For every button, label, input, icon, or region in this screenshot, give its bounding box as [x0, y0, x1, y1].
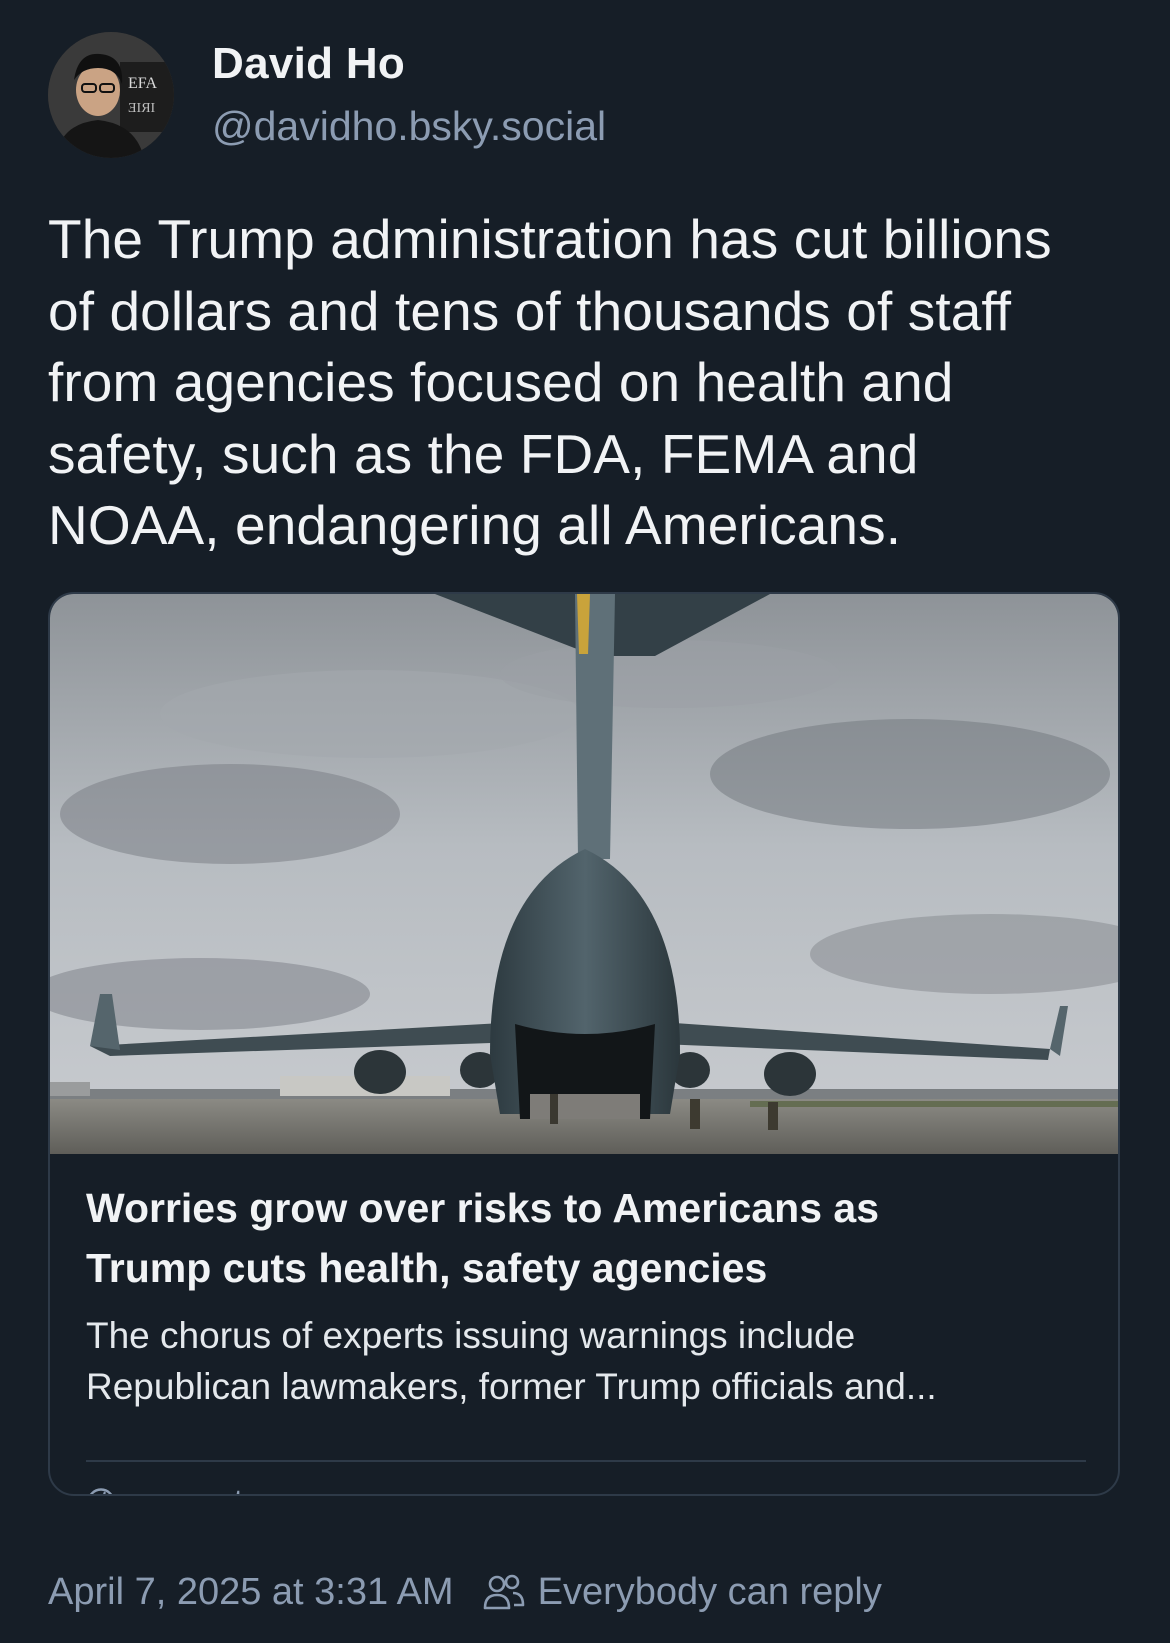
- link-card-description: The chorus of experts issuing warnings i…: [86, 1315, 937, 1407]
- svg-text:EFA: EFA: [128, 75, 157, 92]
- post-footer: April 7, 2025 at 3:31 AM Everybody can r…: [48, 1564, 882, 1620]
- author-row: EFA ƎIЯI David Ho @davidho.bsky.social: [48, 32, 1122, 158]
- cargo-plane-photo: [50, 594, 1118, 1154]
- reply-setting[interactable]: Everybody can reply: [538, 1571, 882, 1614]
- link-card-domain: wapo.st: [126, 1483, 243, 1495]
- people-icon: [483, 1574, 524, 1610]
- svg-text:ƎIЯI: ƎIЯI: [128, 101, 156, 116]
- author-meta: David Ho @davidho.bsky.social: [212, 36, 606, 154]
- link-card-divider: [86, 1460, 1086, 1462]
- link-card-body: Worries grow over risks to Americans as …: [86, 1178, 1086, 1412]
- link-card[interactable]: Worries grow over risks to Americans as …: [48, 592, 1120, 1496]
- avatar[interactable]: EFA ƎIЯI: [48, 32, 174, 158]
- link-card-source[interactable]: wapo.st: [86, 1478, 243, 1495]
- globe-icon: [89, 1488, 113, 1494]
- post-timestamp: April 7, 2025 at 3:31 AM: [48, 1570, 454, 1613]
- author-handle[interactable]: @davidho.bsky.social: [212, 98, 606, 154]
- link-card-title[interactable]: Worries grow over risks to Americans as …: [86, 1178, 1086, 1298]
- post-text: The Trump administration has cut billion…: [48, 208, 1052, 556]
- author-display-name[interactable]: David Ho: [212, 36, 606, 92]
- avatar-photo: EFA ƎIЯI: [48, 32, 174, 158]
- post: EFA ƎIЯI David Ho @davidho.bsky.social T…: [48, 32, 1122, 1496]
